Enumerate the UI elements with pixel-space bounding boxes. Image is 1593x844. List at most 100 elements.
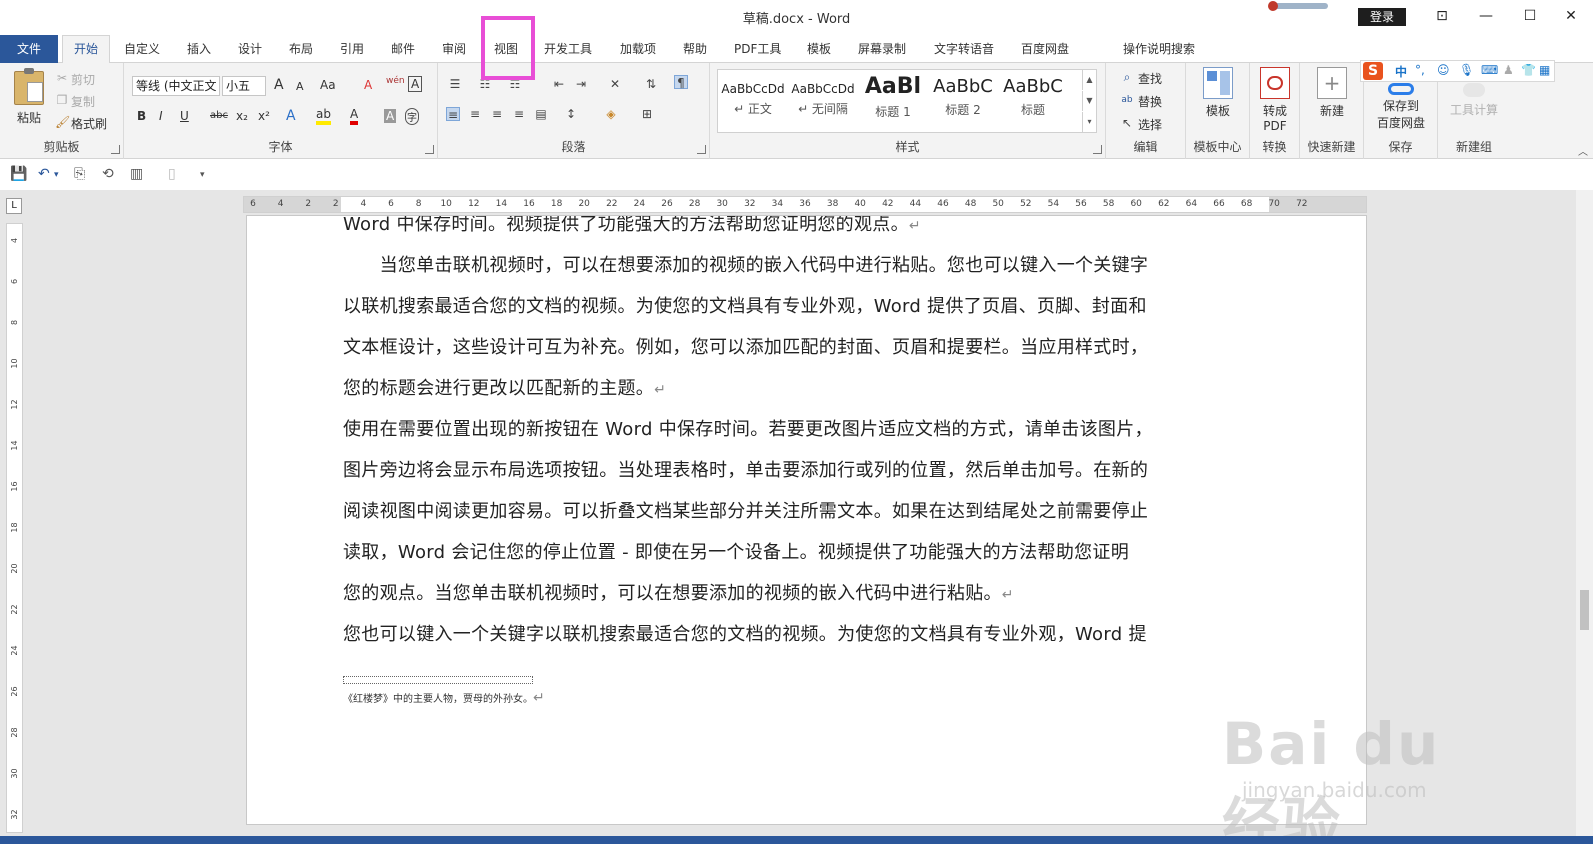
minimize-button[interactable]: — [1464, 4, 1508, 28]
enclose-characters-button[interactable]: 字 [405, 108, 419, 125]
gallery-more-icon[interactable]: ▾ [1082, 112, 1096, 132]
borders-icon[interactable]: ⊞ [640, 107, 654, 121]
tab-mailings[interactable]: 邮件 [391, 40, 415, 57]
tab-help[interactable]: 帮助 [683, 40, 707, 57]
footnote[interactable]: 《红楼梦》中的主要人物，贾母的外孙女。↵ [343, 690, 545, 706]
tab-file[interactable]: 文件 [0, 35, 58, 63]
tool-calculate-button[interactable]: 工具计算 [1440, 83, 1508, 118]
gallery-scroll-down-icon[interactable]: ▼ [1082, 91, 1096, 111]
save-icon[interactable]: 💾 [10, 166, 27, 182]
tell-me-search[interactable]: 操作说明搜索 [1123, 40, 1195, 57]
template-button[interactable]: 模板 [1196, 67, 1240, 119]
touch-mode-icon[interactable]: ⎘ [74, 166, 85, 182]
style-normal[interactable]: AaBbCcDd ↵ 正文 [718, 70, 788, 132]
vertical-ruler[interactable]: 4 6 8 10 12 14 16 18 20 22 24 26 28 30 32 [6, 223, 23, 833]
font-size-select[interactable]: 小五 [222, 76, 266, 96]
ime-skin-icon[interactable]: 👕 [1521, 63, 1536, 77]
underline-button[interactable]: U [180, 109, 189, 123]
align-center-icon[interactable]: ≡ [468, 107, 482, 121]
ime-voice-icon[interactable]: 🎙 [1459, 63, 1474, 77]
vertical-scrollbar[interactable] [1576, 190, 1593, 836]
ime-emoji-icon[interactable]: ☺ [1437, 63, 1450, 77]
ime-tools-icon[interactable]: ▦ [1539, 63, 1550, 77]
convert-to-pdf-button[interactable]: 转成 PDF [1253, 67, 1297, 133]
font-launcher-icon[interactable] [425, 145, 434, 154]
chinese-layout-icon[interactable]: ✕ [608, 77, 622, 91]
paste-button[interactable]: 粘贴 [17, 109, 41, 126]
highlight-button[interactable]: ab [316, 107, 331, 125]
clear-format-button[interactable]: A [364, 78, 372, 92]
font-name-select[interactable]: 等线 (中文正文 [132, 76, 220, 96]
horizontal-ruler[interactable]: 6 4 2 2 4 6 8 10 12 14 16 18 20 22 24 26 28 30 32 34 36 38 40 4… [243, 196, 1367, 213]
tab-baidu-netdisk[interactable]: 百度网盘 [1021, 40, 1069, 57]
login-button[interactable]: 登录 [1358, 8, 1406, 26]
show-marks-icon[interactable]: ¶ [674, 75, 688, 90]
clipboard-launcher-icon[interactable] [111, 145, 120, 154]
tab-layout[interactable]: 布局 [289, 40, 313, 57]
undo-dropdown-icon[interactable]: ▾ [54, 170, 59, 180]
gallery-scroll-up-icon[interactable]: ▲ [1082, 70, 1096, 90]
strikethrough-button[interactable]: abc [210, 110, 228, 121]
character-shading-button[interactable]: A [384, 109, 397, 123]
select-button[interactable]: 选择 [1138, 116, 1162, 133]
tab-design[interactable]: 设计 [238, 40, 262, 57]
tab-references[interactable]: 引用 [340, 40, 364, 57]
shrink-font-button[interactable]: A [296, 80, 304, 93]
replace-button[interactable]: 替换 [1138, 93, 1162, 110]
character-border-button[interactable]: A [408, 76, 423, 92]
tab-selector[interactable]: L [6, 198, 22, 214]
ime-chinese-mode[interactable]: 中 [1395, 63, 1407, 80]
ribbon-display-options-icon[interactable]: ⊡ [1420, 4, 1464, 28]
decrease-indent-icon[interactable]: ⇤ [552, 77, 566, 91]
distributed-icon[interactable]: ▤ [534, 107, 548, 121]
ime-punctuation-icon[interactable]: °, [1415, 63, 1425, 77]
tab-developer[interactable]: 开发工具 [544, 40, 592, 57]
close-button[interactable]: ✕ [1549, 4, 1593, 28]
ime-user-icon[interactable]: ♟ [1503, 63, 1514, 77]
tab-insert[interactable]: 插入 [187, 40, 211, 57]
tab-pdf-tools[interactable]: PDF工具 [734, 40, 781, 57]
shading-icon[interactable]: ◈ [604, 107, 618, 121]
save-to-netdisk-button[interactable]: 保存到 百度网盘 [1368, 83, 1434, 131]
redo-icon[interactable]: ⟲ [102, 166, 114, 182]
tab-text-to-speech[interactable]: 文字转语音 [934, 40, 994, 57]
restore-button[interactable]: ☐ [1508, 4, 1552, 28]
italic-button[interactable]: I [159, 109, 163, 123]
format-painter-button[interactable]: 格式刷 [71, 115, 107, 132]
tab-review[interactable]: 审阅 [442, 40, 466, 57]
copy-button[interactable]: 复制 [71, 93, 95, 110]
cut-button[interactable]: 剪切 [71, 71, 95, 88]
font-color-button[interactable]: A [350, 107, 359, 125]
text-effects-button[interactable]: A [286, 108, 296, 124]
tab-home[interactable]: 开始 [62, 35, 110, 64]
style-no-spacing[interactable]: AaBbCcDd ↵ 无间隔 [788, 70, 858, 132]
subscript-button[interactable]: x₂ [236, 109, 248, 123]
document-page[interactable]: Word 中保存时间。视频提供了功能强大的方法帮助您证明您的观点。↵ 当您单击联… [246, 215, 1367, 825]
align-right-icon[interactable]: ≡ [490, 107, 504, 121]
style-heading-1[interactable]: AaBl 标题 1 [858, 70, 928, 132]
scrollbar-thumb[interactable] [1580, 590, 1589, 630]
style-title[interactable]: AaBbC 标题 [998, 70, 1068, 132]
paragraph-launcher-icon[interactable] [697, 145, 706, 154]
sogou-logo-icon[interactable]: S [1363, 62, 1383, 80]
sort-icon[interactable]: ⇅ [644, 77, 658, 91]
bullets-icon[interactable]: ☰ [448, 77, 462, 91]
new-doc-icon[interactable]: ▯ [168, 166, 176, 182]
tab-templates[interactable]: 模板 [807, 40, 831, 57]
align-left-icon[interactable]: ≡ [446, 107, 460, 122]
find-button[interactable]: 查找 [1138, 70, 1162, 87]
line-spacing-icon[interactable]: ↕ [564, 107, 578, 121]
tab-addins[interactable]: 加载项 [620, 40, 656, 57]
grow-font-button[interactable]: A [274, 77, 284, 93]
new-button[interactable]: + 新建 [1308, 67, 1356, 119]
superscript-button[interactable]: x² [258, 109, 270, 123]
undo-icon[interactable]: ↶ [38, 166, 50, 182]
table-icon[interactable]: ▥ [130, 166, 143, 182]
collapse-ribbon-icon[interactable]: ︿ [1578, 143, 1588, 158]
tab-customize[interactable]: 自定义 [124, 40, 160, 57]
tab-screen-record[interactable]: 屏幕录制 [858, 40, 906, 57]
change-case-button[interactable]: Aa [320, 78, 336, 92]
increase-indent-icon[interactable]: ⇥ [574, 77, 588, 91]
phonetic-guide-button[interactable]: wén [386, 76, 405, 86]
justify-icon[interactable]: ≡ [512, 107, 526, 121]
